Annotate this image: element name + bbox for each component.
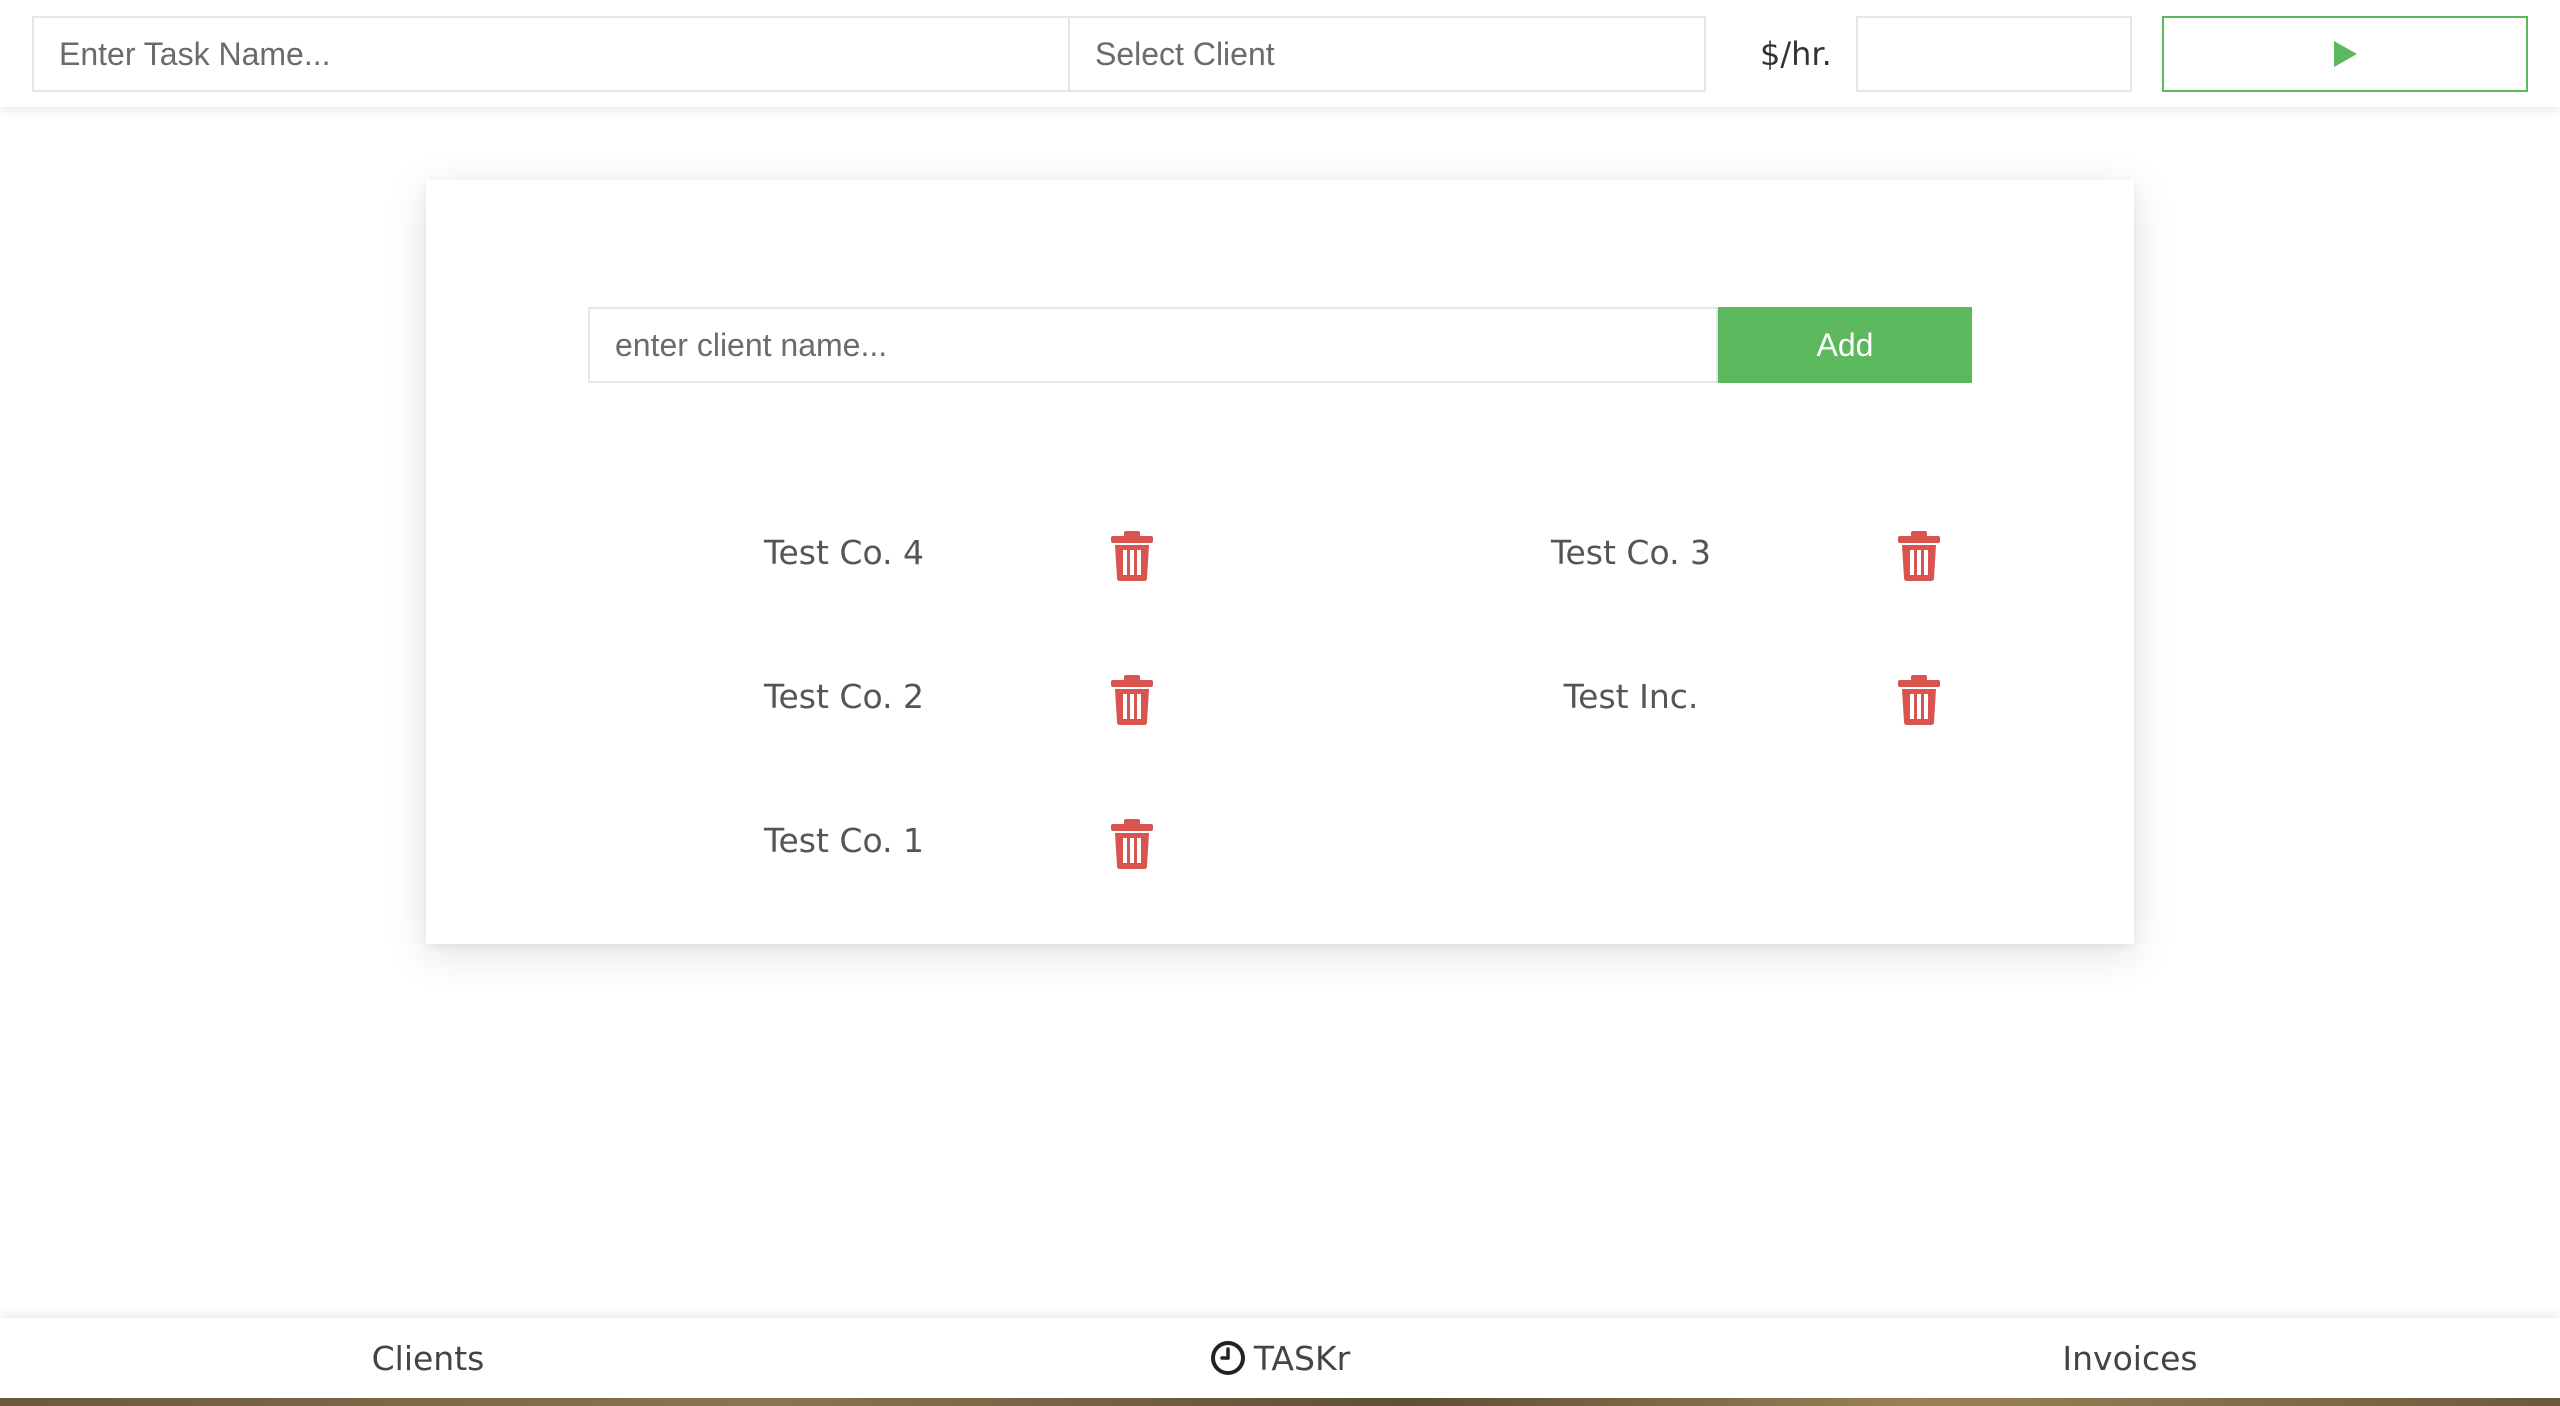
client-name-input[interactable]: enter client name... bbox=[588, 307, 1718, 383]
task-name-placeholder: Enter Task Name... bbox=[59, 35, 331, 72]
trash-icon[interactable] bbox=[1110, 674, 1154, 726]
client-select[interactable]: Select Client bbox=[1068, 16, 1706, 92]
clients-card: enter client name... Add Test Co. 4 Test… bbox=[426, 180, 2134, 944]
add-client-button[interactable]: Add bbox=[1718, 307, 1972, 383]
start-timer-button[interactable] bbox=[2162, 16, 2528, 92]
bottom-nav: Clients TASKr Invoices bbox=[0, 1318, 2560, 1398]
client-name: Test Co. 2 bbox=[763, 677, 925, 716]
trash-icon[interactable] bbox=[1897, 674, 1941, 726]
client-select-value: Select Client bbox=[1095, 35, 1275, 72]
task-name-input[interactable]: Enter Task Name... bbox=[32, 16, 1070, 92]
client-name: Test Co. 4 bbox=[763, 533, 925, 572]
nav-invoices[interactable]: Invoices bbox=[1980, 1318, 2280, 1398]
trash-icon[interactable] bbox=[1110, 530, 1154, 582]
brand-label: TASKr bbox=[1253, 1338, 1351, 1378]
nav-clients[interactable]: Clients bbox=[278, 1318, 578, 1398]
clock-icon bbox=[1210, 1341, 1245, 1375]
client-name-placeholder: enter client name... bbox=[615, 326, 888, 363]
top-toolbar: Enter Task Name... Select Client $/hr. bbox=[0, 0, 2560, 107]
rate-label: $/hr. bbox=[1760, 35, 1832, 73]
nav-brand[interactable]: TASKr bbox=[1130, 1318, 1430, 1398]
trash-icon[interactable] bbox=[1110, 818, 1154, 870]
client-name: Test Inc. bbox=[1563, 677, 1699, 716]
play-icon bbox=[2334, 41, 2357, 67]
rate-input[interactable] bbox=[1856, 16, 2132, 92]
client-name: Test Co. 3 bbox=[1550, 533, 1712, 572]
client-name: Test Co. 1 bbox=[763, 821, 925, 860]
trash-icon[interactable] bbox=[1897, 530, 1941, 582]
